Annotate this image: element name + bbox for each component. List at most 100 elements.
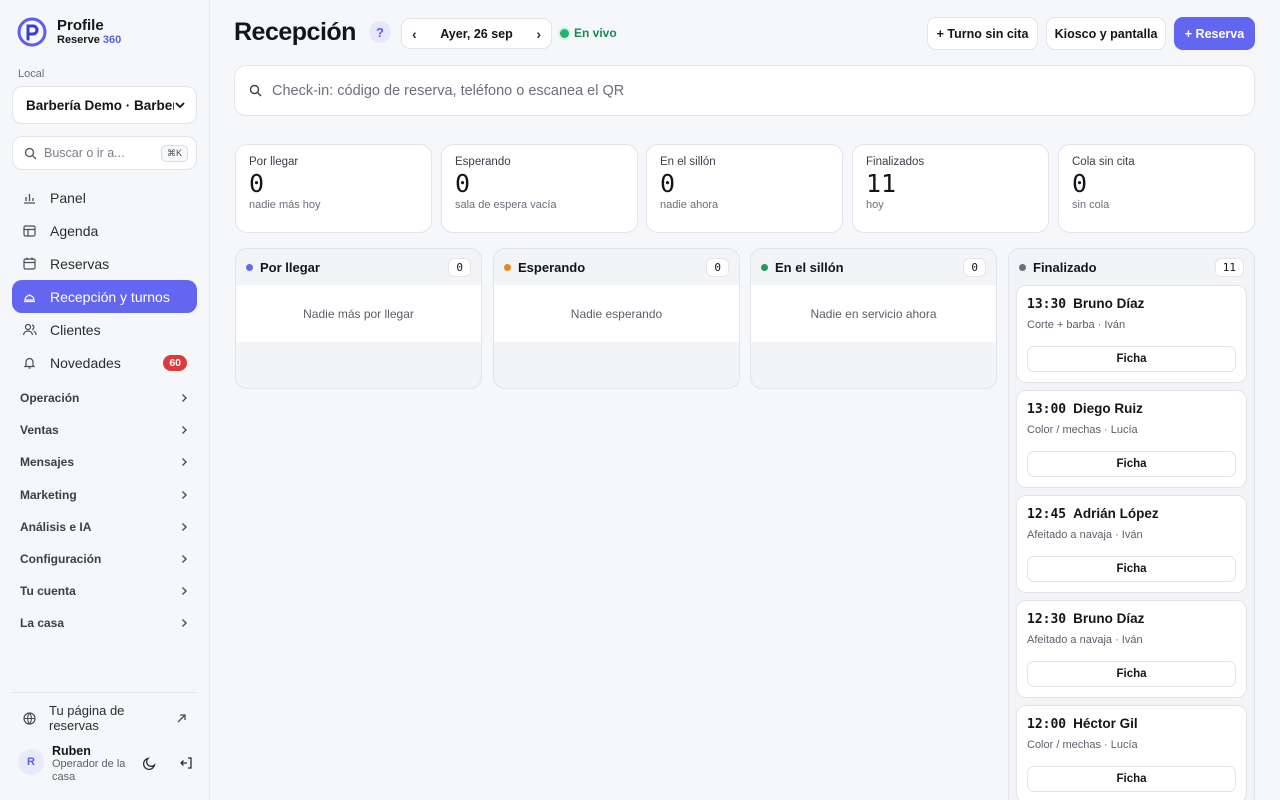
bell-desk-icon: [24, 294, 35, 303]
main-nav: Panel Agenda Reservas Recepción y turnos…: [12, 181, 197, 379]
appointment-time: 12:30: [1027, 612, 1067, 627]
local-label: Local: [18, 68, 45, 80]
calendar-grid-icon: [23, 225, 36, 237]
chevron-right-icon: [182, 587, 187, 596]
service-info: Afeitado a navaja · Iván: [1027, 634, 1143, 646]
column-title: Por llegar: [260, 259, 320, 275]
chevron-right-icon: [182, 426, 187, 435]
nav-label: Recepción y turnos: [50, 288, 170, 305]
nav-item-recepcion[interactable]: Recepción y turnos: [12, 280, 197, 313]
column-header: Finalizado 11: [1009, 249, 1254, 285]
public-link-label: Tu página de reservas: [49, 703, 125, 733]
stat-sub: sala de espera vacía: [455, 199, 557, 211]
new-reservation-button[interactable]: + Reserva: [1174, 17, 1255, 50]
external-link-icon: [177, 713, 186, 722]
brand[interactable]: Profile Reserve 360: [17, 17, 121, 47]
globe-icon: [23, 711, 36, 725]
nav-item-agenda[interactable]: Agenda: [12, 214, 197, 247]
nav-label: Panel: [50, 189, 86, 206]
sidebar-search[interactable]: ⌘K: [12, 136, 197, 170]
checkin-input[interactable]: [272, 82, 1240, 99]
empty-state: Nadie esperando: [494, 285, 739, 342]
user-role: Operador de la casa: [52, 758, 126, 784]
chevron-right-icon: [182, 490, 187, 499]
logout-icon[interactable]: [178, 755, 194, 771]
ficha-button[interactable]: Ficha: [1027, 346, 1236, 372]
help-button[interactable]: ?: [369, 21, 391, 43]
ficha-button[interactable]: Ficha: [1027, 451, 1236, 477]
sidebar: Profile Reserve 360 Local Barbería Demo …: [0, 0, 210, 800]
stat-por-llegar: Por llegar 0 nadie más hoy: [235, 144, 432, 233]
moon-icon[interactable]: [142, 755, 158, 771]
appointment-card[interactable]: 13:00 Diego Ruiz Color / mechas · Lucía F…: [1016, 390, 1247, 488]
ficha-button[interactable]: Ficha: [1027, 661, 1236, 687]
status-dot: [246, 263, 253, 271]
kiosk-button[interactable]: Kiosco y pantalla: [1046, 17, 1166, 50]
nav-item-panel[interactable]: Panel: [12, 181, 197, 214]
client-name: Diego Ruiz: [1073, 401, 1143, 416]
column-count: 11: [1214, 257, 1244, 277]
service-info: Corte + barba · Iván: [1027, 319, 1126, 331]
live-dot: [560, 28, 569, 38]
stat-label: Finalizados: [866, 156, 925, 168]
appointment-time: 12:45: [1027, 507, 1067, 522]
search-icon: [24, 147, 37, 159]
ficha-button[interactable]: Ficha: [1027, 556, 1236, 582]
stat-value: 0: [455, 169, 471, 198]
appointment-card[interactable]: 12:30 Bruno Díaz Afeitado a navaja · Iván…: [1016, 600, 1247, 698]
nav-item-clientes[interactable]: Clientes: [12, 313, 197, 346]
appointment-time: 12:00: [1027, 717, 1067, 732]
status-dot: [761, 263, 768, 271]
stat-label: Por llegar: [249, 156, 299, 168]
chevron-down-icon: [175, 102, 185, 109]
nav-group-configuracion[interactable]: Configuración: [12, 543, 197, 575]
stat-value: 0: [249, 169, 265, 198]
column-count: 0: [706, 257, 729, 277]
appointment-time: 13:30: [1027, 297, 1067, 312]
nav-group-tu-cuenta[interactable]: Tu cuenta: [12, 575, 197, 607]
brand-logo-icon: [17, 17, 47, 47]
walk-in-button[interactable]: + Turno sin cita: [927, 17, 1038, 50]
appointment-card[interactable]: 13:30 Bruno Díaz Corte + barba · Iván Fic…: [1016, 285, 1247, 383]
next-day-button[interactable]: ›: [536, 26, 541, 42]
column-por-llegar: Por llegar 0 Nadie más por llegar: [235, 248, 482, 389]
nav-group-operacion[interactable]: Operación: [12, 382, 197, 414]
chevron-right-icon: [182, 555, 187, 564]
stat-finalizados: Finalizados 11 hoy: [852, 144, 1049, 233]
public-booking-link[interactable]: Tu página de reservas: [12, 703, 197, 733]
local-select[interactable]: Barbería Demo · Barbería: [12, 86, 197, 124]
date-navigator: ‹ Ayer, 26 sep ›: [401, 18, 552, 49]
stat-value: 0: [660, 169, 676, 198]
nav-group-mensajes[interactable]: Mensajes: [12, 446, 197, 478]
service-info: Afeitado a navaja · Iván: [1027, 529, 1143, 541]
bar-chart-icon: [24, 194, 35, 204]
current-date[interactable]: Ayer, 26 sep: [440, 27, 513, 41]
nav-group-marketing[interactable]: Marketing: [12, 479, 197, 511]
nav-item-novedades[interactable]: Novedades 60: [12, 346, 197, 379]
stat-value: 0: [1072, 169, 1088, 198]
sidebar-search-input[interactable]: [44, 146, 161, 160]
appointment-card[interactable]: 12:00 Héctor Gil Color / mechas · Lucía F…: [1016, 705, 1247, 800]
calendar-icon: [23, 257, 36, 270]
nav-item-reservas[interactable]: Reservas: [12, 247, 197, 280]
local-select-value: Barbería Demo · Barbería: [26, 97, 174, 113]
nav-group-ventas[interactable]: Ventas: [12, 414, 197, 446]
client-name: Héctor Gil: [1073, 716, 1138, 731]
prev-day-button[interactable]: ‹: [412, 26, 417, 42]
stat-value: 11: [866, 169, 897, 198]
nav-group-la-casa[interactable]: La casa: [12, 607, 197, 639]
avatar[interactable]: R: [18, 749, 44, 775]
checkin-bar[interactable]: [234, 65, 1255, 116]
stat-en-el-sillon: En el sillón 0 nadie ahora: [646, 144, 843, 233]
user-block: R Ruben Operador de la casa: [18, 744, 198, 784]
ficha-button[interactable]: Ficha: [1027, 766, 1236, 792]
column-count: 0: [448, 257, 471, 277]
empty-state: Nadie en servicio ahora: [751, 285, 996, 342]
nav-label: Reservas: [50, 255, 110, 272]
stat-label: Cola sin cita: [1072, 156, 1135, 168]
nav-label: Clientes: [50, 321, 101, 338]
column-esperando: Esperando 0 Nadie esperando: [493, 248, 740, 389]
appointment-card[interactable]: 12:45 Adrián López Afeitado a navaja · Iv…: [1016, 495, 1247, 593]
live-indicator: En vivo: [560, 26, 617, 40]
nav-group-analisis[interactable]: Análisis e IA: [12, 511, 197, 543]
